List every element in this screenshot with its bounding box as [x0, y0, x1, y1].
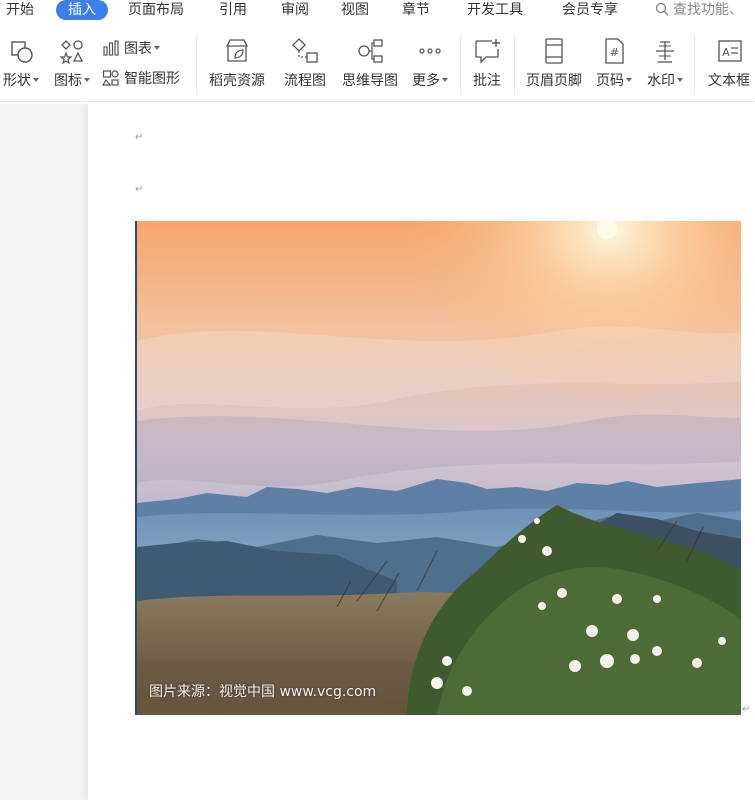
flowchart-icon: [292, 38, 318, 63]
shape-button[interactable]: 形状: [0, 28, 42, 98]
chart-label: 图表: [124, 41, 152, 57]
paragraph-mark: ↵: [135, 184, 144, 195]
tab-references[interactable]: 引用: [219, 0, 247, 20]
more-dots-icon: [419, 48, 441, 54]
tab-start[interactable]: 开始: [6, 0, 34, 20]
chevron-down-icon: [442, 78, 448, 82]
search-placeholder: 查找功能、: [673, 2, 743, 18]
search-icon: [655, 2, 669, 16]
smart-art-label: 智能图形: [124, 71, 180, 87]
resources-store-icon: [225, 39, 249, 62]
mind-map-label: 思维导图: [342, 73, 398, 89]
flowchart-label: 流程图: [284, 73, 326, 89]
search-box[interactable]: 查找功能、: [655, 0, 743, 20]
chart-button[interactable]: 图表: [102, 38, 160, 60]
tab-view[interactable]: 视图: [341, 0, 369, 20]
menu-bar: 开始 插入 页面布局 引用 审阅 视图 章节 开发工具 会员专享 查找功能、: [0, 0, 755, 22]
tab-insert[interactable]: 插入: [56, 0, 108, 20]
icon-label: 图标: [54, 73, 82, 89]
ribbon-separator: [514, 36, 515, 94]
text-box-button[interactable]: A 文本框: [704, 28, 755, 98]
header-footer-label: 页眉页脚: [526, 73, 582, 89]
chevron-down-icon: [677, 78, 683, 82]
tab-chapter[interactable]: 章节: [402, 0, 430, 20]
header-footer-button[interactable]: 页眉页脚: [520, 28, 588, 98]
flowchart-button[interactable]: 流程图: [278, 28, 332, 98]
image-caption: 图片来源：视觉中国 www.vcg.com: [149, 684, 377, 700]
tab-page-layout[interactable]: 页面布局: [128, 0, 184, 20]
ribbon-toolbar: 形状 图标 图表 智能图形 稻壳资源 流程图 思维导图 更多 批注 页眉页脚 #…: [0, 28, 755, 102]
smart-art-button[interactable]: 智能图形: [101, 68, 180, 90]
paragraph-mark: ↵: [135, 132, 144, 143]
more-label: 更多: [412, 73, 440, 89]
comment-icon: [475, 39, 500, 64]
chevron-down-icon: [84, 78, 90, 82]
svg-text:A: A: [722, 46, 730, 59]
page-number-icon: #: [605, 38, 624, 64]
text-box-icon: A: [717, 40, 742, 62]
mind-map-button[interactable]: 思维导图: [338, 28, 402, 98]
page-number-label: 页码: [596, 73, 624, 89]
watermark-button[interactable]: 水印: [642, 28, 688, 98]
comment-label: 批注: [473, 73, 501, 89]
watermark-label: 水印: [647, 73, 675, 89]
docer-resources-label: 稻壳资源: [209, 73, 265, 89]
text-box-label: 文本框: [708, 73, 750, 89]
comment-button[interactable]: 批注: [466, 28, 508, 98]
docer-resources-button[interactable]: 稻壳资源: [204, 28, 270, 98]
tab-review[interactable]: 审阅: [281, 0, 309, 20]
paragraph-mark: ↵: [742, 704, 751, 715]
smart-art-icon: [101, 70, 119, 86]
inserted-landscape-photo[interactable]: 图片来源：视觉中国 www.vcg.com: [135, 221, 741, 715]
ribbon-separator: [460, 36, 461, 94]
page-number-button[interactable]: # 页码: [592, 28, 636, 98]
header-footer-icon: [545, 38, 563, 64]
ribbon-separator: [694, 36, 695, 94]
chevron-down-icon: [154, 46, 160, 50]
ribbon-separator: [196, 36, 197, 94]
icon-library-icon: [59, 40, 84, 65]
watermark-icon: [656, 41, 674, 63]
bar-chart-icon: [103, 40, 119, 56]
tab-member-exclusive[interactable]: 会员专享: [562, 0, 618, 20]
more-button[interactable]: 更多: [408, 28, 452, 98]
tab-developer-tools[interactable]: 开发工具: [467, 0, 523, 20]
chevron-down-icon: [626, 78, 632, 82]
svg-text:#: #: [610, 46, 619, 59]
shape-icon: [11, 41, 33, 63]
shape-label: 形状: [3, 73, 31, 89]
chevron-down-icon: [33, 78, 39, 82]
icon-button[interactable]: 图标: [50, 28, 94, 98]
landscape-image: [137, 221, 741, 715]
mind-map-icon: [358, 39, 383, 63]
